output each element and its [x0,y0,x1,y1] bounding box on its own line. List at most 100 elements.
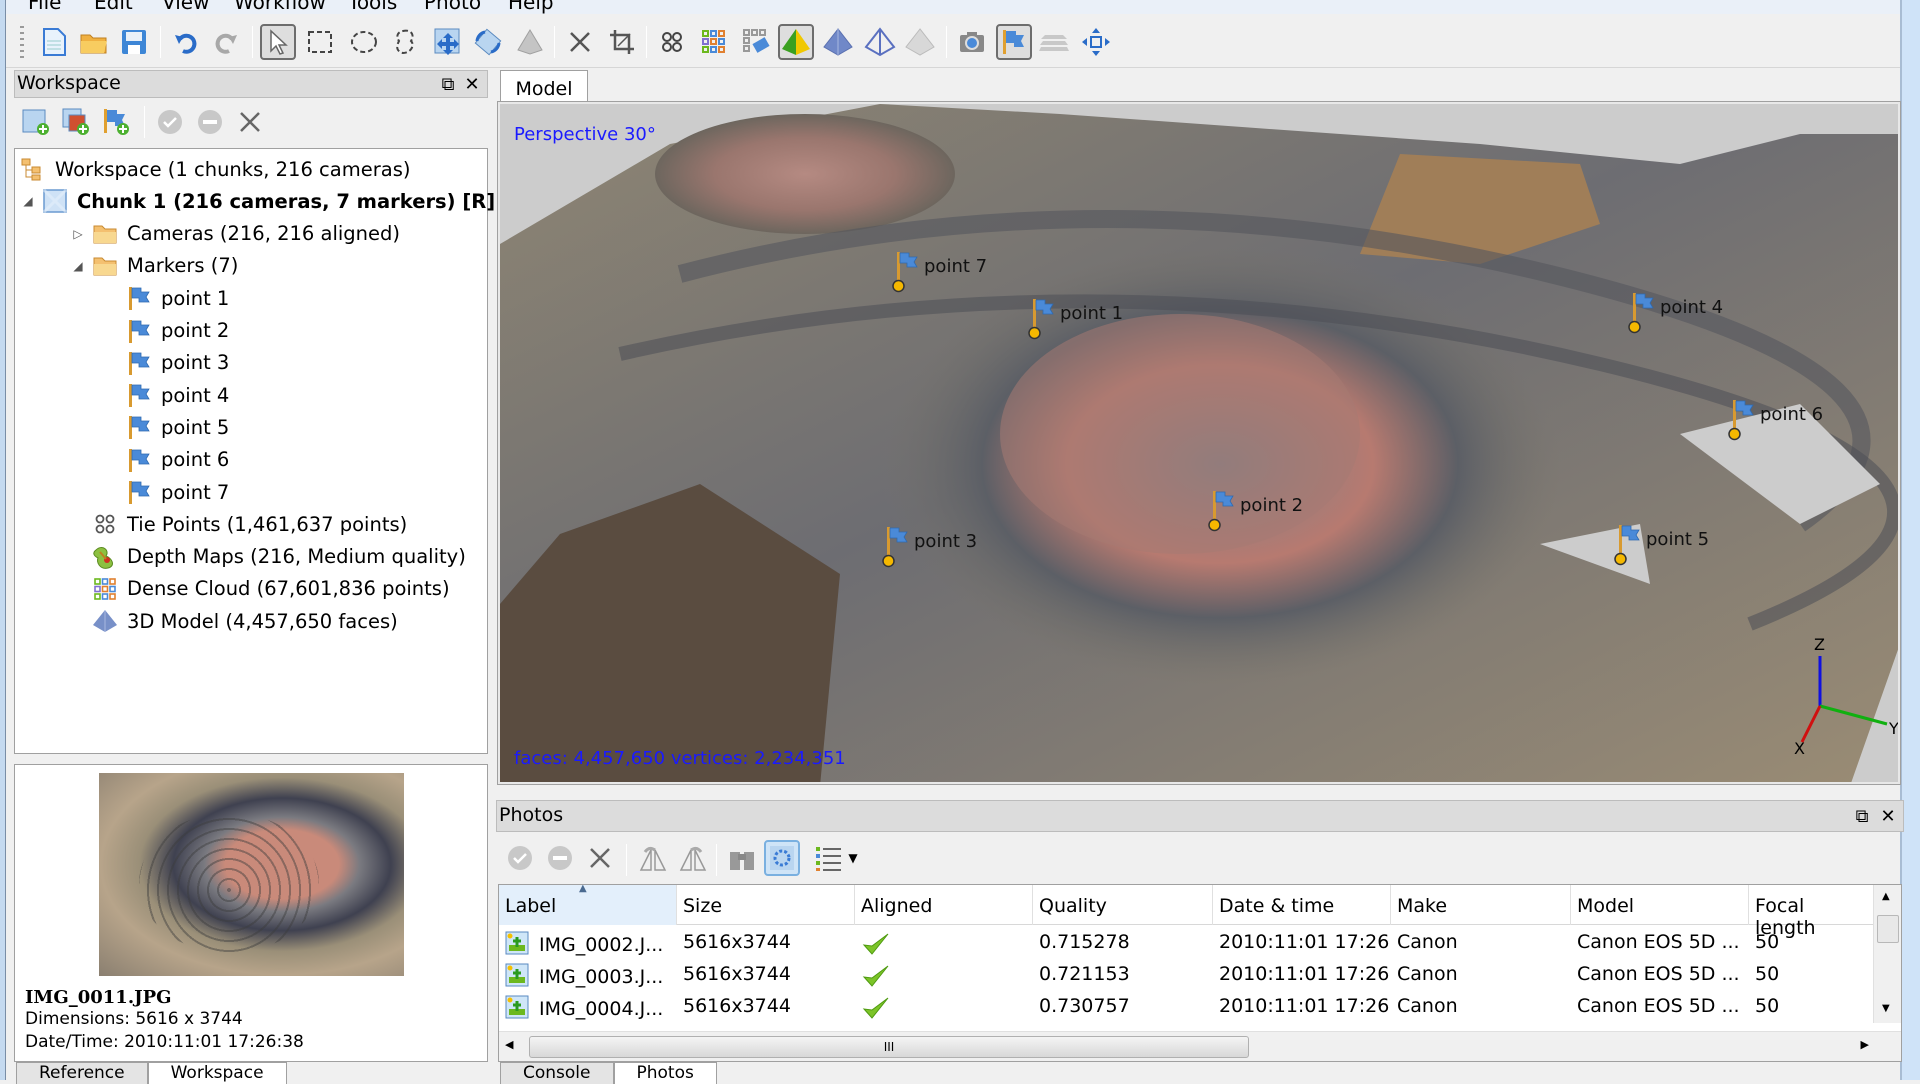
column-header[interactable]: Size [677,885,855,925]
viewport-marker[interactable]: point 6 [1728,398,1823,442]
menu-tools[interactable]: Tools [348,0,397,14]
tree-item[interactable]: point 6 [125,444,229,476]
remove-cameras-button[interactable] [582,840,618,876]
circle-selection-button[interactable] [346,24,382,60]
viewport-marker[interactable]: point 2 [1208,489,1303,533]
resize-region-button[interactable] [512,24,548,60]
menu-help[interactable]: Help [508,0,554,14]
remove-button[interactable] [232,104,268,140]
viewport-marker[interactable]: point 4 [1628,291,1723,335]
menu-edit[interactable]: Edit [94,0,133,14]
filter-photos-button[interactable] [724,840,760,876]
menu-photo[interactable]: Photo [424,0,481,14]
tree-item[interactable]: point 2 [125,315,229,347]
viewport-marker[interactable]: point 7 [892,250,987,294]
float-panel-button[interactable]: ⧉ [437,73,459,95]
add-photos-button[interactable] [58,104,94,140]
column-header[interactable]: Aligned [855,885,1033,925]
undo-button[interactable] [168,24,204,60]
enable-button[interactable] [152,104,188,140]
horizontal-scroll-thumb[interactable]: III [529,1036,1249,1058]
column-header[interactable]: Model [1571,885,1749,925]
tab-workspace[interactable]: Workspace [147,1062,287,1084]
tree-item[interactable]: Workspace (1 chunks, 216 cameras) [19,153,410,185]
crop-selection-button[interactable] [604,24,640,60]
rotate-region-button[interactable] [470,24,506,60]
column-header[interactable]: Focal length [1749,885,1877,939]
add-marker-button[interactable] [98,104,134,140]
enable-cameras-button[interactable] [502,840,538,876]
close-photos-panel-button[interactable]: ✕ [1877,805,1899,827]
show-markers-button[interactable] [996,24,1032,60]
tree-item[interactable]: ▷ Cameras (216, 216 aligned) [73,218,400,250]
tree-item[interactable]: 3D Model (4,457,650 faces) [91,605,398,637]
redo-button[interactable] [208,24,244,60]
menu-file[interactable]: File [28,0,61,14]
column-header[interactable]: Date & time [1213,885,1391,925]
tab-photos[interactable]: Photos [613,1062,717,1084]
tree-item[interactable]: point 7 [125,476,229,508]
photo-thumbnail[interactable] [99,773,404,976]
collapse-arrow-icon[interactable]: ◢ [71,259,85,273]
vertical-scroll-thumb[interactable] [1877,915,1899,943]
rectangle-selection-button[interactable] [302,24,338,60]
dense-cloud-button[interactable] [696,24,732,60]
tree-item[interactable]: point 4 [125,379,229,411]
delete-selection-button[interactable] [562,24,598,60]
table-row[interactable]: IMG_0002.J... 5616x3744 0.715278 2010:11:01… [499,927,1877,959]
model-viewport[interactable]: Perspective 30° faces: 4,457,650 vertice… [497,101,1901,785]
free-form-selection-button[interactable] [388,24,424,60]
tree-item[interactable]: ◢ Chunk 1 (216 cameras, 7 markers) [R] [23,185,495,217]
viewport-marker[interactable]: point 3 [882,525,977,569]
tree-item[interactable]: point 5 [125,411,229,443]
collapse-arrow-icon[interactable]: ◢ [21,194,35,208]
toolbar-grip[interactable] [20,26,24,60]
column-header[interactable]: Make [1391,885,1571,925]
horizontal-scrollbar[interactable]: ◀ III ▶ [499,1031,1901,1061]
view-mode-dropdown[interactable]: ▼ [806,840,866,876]
open-button[interactable] [76,24,112,60]
tie-points-button[interactable] [654,24,690,60]
rotate-right-button[interactable] [634,840,670,876]
rotate-left-button[interactable] [674,840,710,876]
tree-item[interactable]: point 3 [125,347,229,379]
new-button[interactable] [36,24,72,60]
navigation-button[interactable] [260,24,296,60]
float-photos-panel-button[interactable]: ⧉ [1851,805,1873,827]
show-layers-button[interactable] [1036,24,1072,60]
scroll-up-arrow[interactable]: ▲ [1882,891,1890,902]
model-solid-button[interactable] [820,24,856,60]
tree-item[interactable]: point 1 [125,282,229,314]
add-chunk-button[interactable] [18,104,54,140]
column-header[interactable]: Quality [1033,885,1213,925]
table-row[interactable]: IMG_0004.J... 5616x3744 0.730757 2010:11:01… [499,991,1877,1023]
show-cameras-button[interactable] [954,24,990,60]
menu-view[interactable]: View [162,0,209,14]
table-row[interactable]: IMG_0003.J... 5616x3744 0.721153 2010:11:01… [499,959,1877,991]
disable-cameras-button[interactable] [542,840,578,876]
model-wireframe-button[interactable] [862,24,898,60]
move-region-button[interactable] [430,24,466,60]
scroll-right-arrow[interactable]: ▶ [1861,1038,1869,1051]
tab-reference[interactable]: Reference [16,1062,148,1084]
close-panel-button[interactable]: ✕ [461,73,483,95]
tree-item[interactable]: Dense Cloud (67,601,836 points) [91,573,450,605]
save-button[interactable] [116,24,152,60]
reset-view-button[interactable] [1078,24,1114,60]
scroll-down-arrow[interactable]: ▼ [1882,1003,1890,1014]
tree-item[interactable]: ◢ Markers (7) [73,250,238,282]
menu-workflow[interactable]: Workflow [234,0,326,14]
column-header[interactable]: Label ▲ [499,885,677,925]
disable-button[interactable] [192,104,228,140]
vertical-scrollbar[interactable]: ▲ ▼ [1873,885,1901,1023]
tree-item[interactable]: Tie Points (1,461,637 points) [91,508,407,540]
tab-console[interactable]: Console [500,1062,614,1084]
dense-cloud-classes-button[interactable] [738,24,774,60]
model-shaded-button[interactable] [902,24,938,60]
viewport-marker[interactable]: point 5 [1614,523,1709,567]
show-masks-button[interactable] [764,840,800,876]
viewport-marker[interactable]: point 1 [1028,297,1123,341]
tab-model[interactable]: Model [500,70,588,106]
tree-item[interactable]: Depth Maps (216, Medium quality) [91,541,466,573]
expand-arrow-icon[interactable]: ▷ [71,227,85,241]
